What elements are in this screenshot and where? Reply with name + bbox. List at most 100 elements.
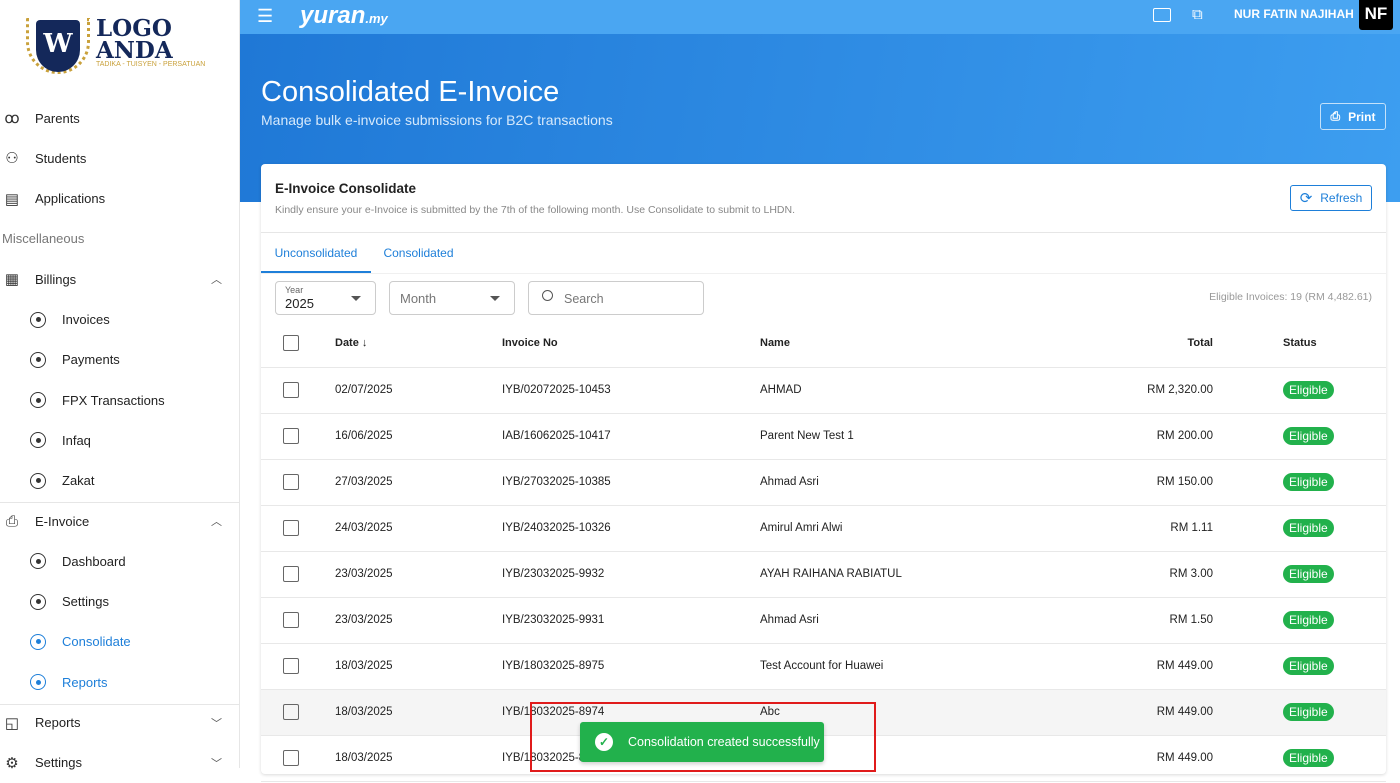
- sidebar-item-label: FPX Transactions: [62, 392, 165, 408]
- sidebar-item-applications[interactable]: ▤ Applications: [0, 179, 240, 219]
- sidebar-item-payments[interactable]: Payments: [0, 340, 240, 380]
- sidebar-item-consolidate[interactable]: Consolidate: [0, 622, 240, 662]
- logo-tagline: TADIKA - TUISYEN - PERSATUAN: [96, 61, 206, 68]
- print-button[interactable]: ⎙ Print: [1320, 103, 1386, 130]
- sidebar-item-invoices[interactable]: Invoices: [0, 300, 240, 340]
- reports-icon: ◱: [4, 714, 20, 732]
- check-circle-icon: ✓: [595, 733, 613, 751]
- table-row[interactable]: 23/03/2025 IYB/23032025-9932 AYAH RAIHAN…: [261, 551, 1386, 598]
- chat-icon[interactable]: [1153, 8, 1171, 22]
- sidebar-item-reports[interactable]: Reports: [0, 662, 240, 702]
- tab-unconsolidated[interactable]: Unconsolidated: [261, 233, 371, 273]
- logo-line2: ANDA: [96, 37, 173, 64]
- row-checkbox[interactable]: [283, 704, 299, 720]
- logo: W LOGO ANDA TADIKA - TUISYEN - PERSATUAN: [24, 14, 214, 76]
- tab-consolidated[interactable]: Consolidated: [371, 233, 466, 273]
- chevron-down-icon[interactable]: ﹀: [211, 715, 222, 731]
- row-checkbox[interactable]: [283, 658, 299, 674]
- sidebar-item-label: Miscellaneous: [2, 231, 85, 247]
- row-checkbox[interactable]: [283, 612, 299, 628]
- sidebar-item-parents[interactable]: ꝏ Parents: [0, 98, 240, 138]
- cell-total: RM 1.50: [1010, 597, 1213, 644]
- sidebar-item-infaq[interactable]: Infaq: [0, 420, 240, 460]
- radio-dot-icon: [30, 351, 46, 368]
- col-date[interactable]: Date ↓: [335, 320, 502, 368]
- sidebar-item-miscellaneous: Miscellaneous: [0, 219, 240, 259]
- radio-dot-icon: [30, 593, 46, 610]
- chevron-up-icon[interactable]: ︿: [211, 271, 222, 287]
- select-all-checkbox[interactable]: [283, 335, 299, 352]
- brand-logo[interactable]: yuran.my: [300, 2, 388, 30]
- year-select[interactable]: Year 2025: [275, 281, 376, 315]
- col-status: Status: [1213, 320, 1386, 368]
- search-icon: [542, 290, 553, 301]
- sidebar-item-reports[interactable]: ◱ Reports ﹀: [0, 703, 240, 743]
- cell-name: Test Account for Huawei: [760, 643, 1010, 690]
- refresh-button[interactable]: ⟳ Refresh: [1290, 185, 1372, 211]
- cell-date: 23/03/2025: [335, 551, 502, 598]
- table-row[interactable]: 18/03/2025 IYB/18032025-8975 Test Accoun…: [261, 643, 1386, 690]
- chevron-up-icon[interactable]: ︿: [211, 513, 222, 529]
- cell-total: RM 449.00: [1010, 689, 1213, 736]
- sidebar-item-students[interactable]: ⚇ Students: [0, 138, 240, 178]
- sidebar-item-label: Applications: [35, 191, 106, 207]
- sidebar-item-billings[interactable]: ▦ Billings ︿: [0, 259, 240, 299]
- row-checkbox[interactable]: [283, 382, 299, 398]
- sidebar-item-zakat[interactable]: Zakat: [0, 461, 240, 501]
- cell-total: RM 449.00: [1010, 735, 1213, 782]
- status-badge: Eligible: [1283, 565, 1334, 583]
- cell-total: RM 150.00: [1010, 459, 1213, 506]
- top-bar: ☰ yuran.my ⧉ NUR FATIN NAJIHAH NF: [240, 0, 1400, 34]
- avatar[interactable]: NF: [1359, 0, 1393, 30]
- table-row[interactable]: 23/03/2025 IYB/23032025-9931 Ahmad Asri …: [261, 597, 1386, 644]
- toast-message: Consolidation created successfully: [628, 735, 820, 749]
- page-subtitle: Manage bulk e-invoice submissions for B2…: [261, 112, 613, 128]
- year-value: 2025: [285, 296, 314, 311]
- row-checkbox[interactable]: [283, 474, 299, 490]
- chevron-down-icon[interactable]: ﹀: [211, 755, 222, 771]
- page-title: Consolidated E-Invoice: [261, 76, 560, 108]
- caret-down-icon: [351, 296, 361, 306]
- divider: [0, 502, 240, 503]
- cell-invoice-no: IYB/23032025-9931: [502, 597, 760, 644]
- document-icon: ▤: [4, 190, 20, 208]
- user-name[interactable]: NUR FATIN NAJIHAH: [1234, 7, 1354, 21]
- month-select[interactable]: Month: [389, 281, 515, 315]
- sidebar-item-e-invoice[interactable]: ⎙ E-Invoice ︿: [0, 501, 240, 541]
- cell-date: 18/03/2025: [335, 689, 502, 736]
- search-placeholder: Search: [564, 292, 604, 306]
- table-row[interactable]: 24/03/2025 IYB/24032025-10326 Amirul Amr…: [261, 505, 1386, 552]
- cell-date: 02/07/2025: [335, 367, 502, 414]
- refresh-label: Refresh: [1320, 191, 1363, 205]
- radio-dot-icon: [30, 392, 46, 409]
- sidebar-item-label: Settings: [35, 755, 82, 771]
- menu-icon[interactable]: ☰: [257, 7, 273, 25]
- card-title: E-Invoice Consolidate: [275, 181, 417, 196]
- table-row[interactable]: 27/03/2025 IYB/27032025-10385 Ahmad Asri…: [261, 459, 1386, 506]
- sidebar-item-settings[interactable]: ⚙ Settings ﹀: [0, 743, 240, 783]
- card-note: Kindly ensure your e-Invoice is submitte…: [275, 204, 796, 216]
- translate-icon[interactable]: ⧉: [1192, 6, 1203, 23]
- row-checkbox[interactable]: [283, 520, 299, 536]
- sidebar-item-settings[interactable]: Settings: [0, 582, 240, 622]
- row-checkbox[interactable]: [283, 750, 299, 766]
- sidebar-item-fpx-transactions[interactable]: FPX Transactions: [0, 380, 240, 420]
- radio-dot-icon: [30, 633, 46, 650]
- search-input[interactable]: Search: [528, 281, 704, 315]
- cell-date: 16/06/2025: [335, 413, 502, 460]
- toast: ✓ Consolidation created successfully: [580, 722, 824, 762]
- row-checkbox[interactable]: [283, 428, 299, 444]
- sort-down-icon: ↓: [361, 337, 368, 350]
- dashboard-icon: [30, 553, 46, 570]
- print-label: Print: [1348, 109, 1376, 124]
- sidebar-item-label: Reports: [35, 715, 81, 730]
- table-row[interactable]: 02/07/2025 IYB/02072025-10453 AHMAD RM 2…: [261, 367, 1386, 414]
- cell-name: AYAH RAIHANA RABIATUL: [760, 551, 1010, 598]
- cell-total: RM 449.00: [1010, 643, 1213, 690]
- sidebar-item-dashboard[interactable]: Dashboard: [0, 541, 240, 581]
- caret-down-icon: [490, 296, 500, 306]
- col-total: Total: [1010, 320, 1213, 368]
- row-checkbox[interactable]: [283, 566, 299, 582]
- table-row[interactable]: 16/06/2025 IAB/16062025-10417 Parent New…: [261, 413, 1386, 460]
- status-badge: Eligible: [1283, 427, 1334, 445]
